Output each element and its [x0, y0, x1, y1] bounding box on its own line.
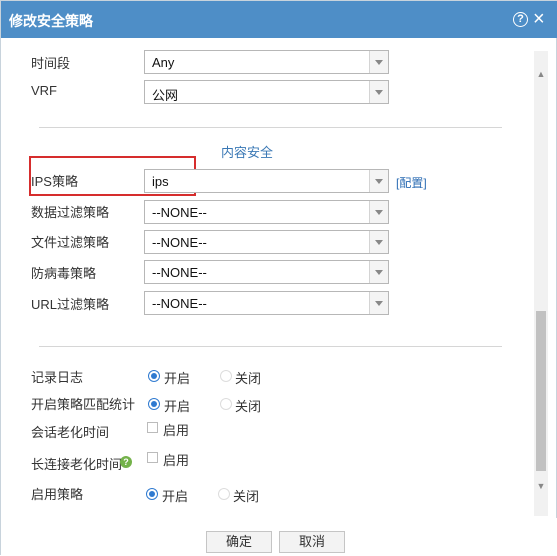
chevron-down-icon[interactable] [369, 292, 388, 314]
vrf-select[interactable]: 公网 [144, 80, 389, 104]
policy-match-stats-off-label: 关闭 [235, 399, 262, 414]
scroll-down-arrow-icon[interactable]: ▼ [534, 479, 548, 493]
vrf-value: 公网 [152, 88, 179, 103]
long-conn-aging-checkbox[interactable] [147, 452, 158, 463]
dialog-footer: 确定 取消 [1, 518, 557, 556]
scroll-up-arrow-icon[interactable]: ▲ [534, 67, 548, 81]
chevron-down-icon[interactable] [369, 201, 388, 223]
vertical-scrollbar[interactable]: ▲ ▼ [534, 51, 548, 516]
divider [39, 346, 502, 347]
time-period-select[interactable]: Any [144, 50, 389, 74]
cancel-button[interactable]: 取消 [279, 531, 345, 553]
long-conn-aging-label: 长连接老化时间 [31, 457, 123, 472]
enable-policy-off-radio[interactable] [218, 488, 230, 500]
policy-match-stats-on-label: 开启 [164, 399, 191, 414]
enable-policy-on-radio[interactable] [146, 488, 158, 500]
enable-policy-off-label: 关闭 [233, 489, 260, 504]
record-log-on-radio[interactable] [148, 370, 160, 382]
chevron-down-icon[interactable] [369, 261, 388, 283]
dialog-titlebar: 修改安全策略 ? × [1, 1, 557, 38]
policy-match-stats-off-radio[interactable] [220, 398, 232, 410]
record-log-label: 记录日志 [31, 370, 84, 385]
session-aging-checkbox[interactable] [147, 422, 158, 433]
help-icon[interactable]: ? [513, 12, 528, 27]
time-period-value: Any [152, 55, 175, 70]
antivirus-policy-label: 防病毒策略 [31, 266, 97, 281]
url-filter-policy-select[interactable]: --NONE-- [144, 291, 389, 315]
data-filter-policy-select[interactable]: --NONE-- [144, 200, 389, 224]
chevron-down-icon[interactable] [369, 231, 388, 253]
ips-policy-value: ips [152, 174, 169, 189]
ips-policy-select[interactable]: ips [144, 169, 389, 193]
record-log-on-label: 开启 [164, 371, 191, 386]
divider [39, 127, 502, 128]
long-conn-aging-enable-label: 启用 [163, 453, 190, 468]
close-icon[interactable]: × [533, 8, 545, 30]
ips-config-link[interactable]: [配置] [396, 174, 427, 191]
data-filter-policy-value: --NONE-- [152, 205, 207, 220]
policy-match-stats-on-radio[interactable] [148, 398, 160, 410]
session-aging-enable-label: 启用 [163, 423, 190, 438]
antivirus-policy-select[interactable]: --NONE-- [144, 260, 389, 284]
record-log-off-label: 关闭 [235, 371, 262, 386]
antivirus-policy-value: --NONE-- [152, 265, 207, 280]
file-filter-policy-select[interactable]: --NONE-- [144, 230, 389, 254]
edit-security-policy-dialog: 修改安全策略 ? × 时间段 Any VRF 公网 内容安全 IPS策略 ips… [0, 0, 557, 556]
scrollbar-thumb[interactable] [536, 311, 546, 471]
ok-button[interactable]: 确定 [206, 531, 272, 553]
record-log-off-radio[interactable] [220, 370, 232, 382]
enable-policy-on-label: 开启 [162, 489, 189, 504]
file-filter-policy-label: 文件过滤策略 [31, 235, 110, 250]
enable-policy-label: 启用策略 [31, 487, 84, 502]
data-filter-policy-label: 数据过滤策略 [31, 205, 110, 220]
vrf-label: VRF [31, 83, 57, 98]
dialog-title: 修改安全策略 [9, 13, 93, 29]
url-filter-policy-value: --NONE-- [152, 296, 207, 311]
dialog-body: 时间段 Any VRF 公网 内容安全 IPS策略 ips [配置] 数据过滤策… [1, 38, 557, 518]
url-filter-policy-label: URL过滤策略 [31, 297, 110, 312]
chevron-down-icon[interactable] [369, 81, 388, 103]
question-help-icon[interactable]: ? [120, 456, 132, 468]
policy-match-stats-label: 开启策略匹配统计 [31, 397, 136, 412]
file-filter-policy-value: --NONE-- [152, 235, 207, 250]
session-aging-label: 会话老化时间 [31, 425, 110, 440]
ips-policy-label: IPS策略 [31, 174, 78, 189]
chevron-down-icon[interactable] [369, 51, 388, 73]
content-security-section-title: 内容安全 [221, 145, 274, 160]
chevron-down-icon[interactable] [369, 170, 388, 192]
time-period-label: 时间段 [31, 56, 71, 71]
